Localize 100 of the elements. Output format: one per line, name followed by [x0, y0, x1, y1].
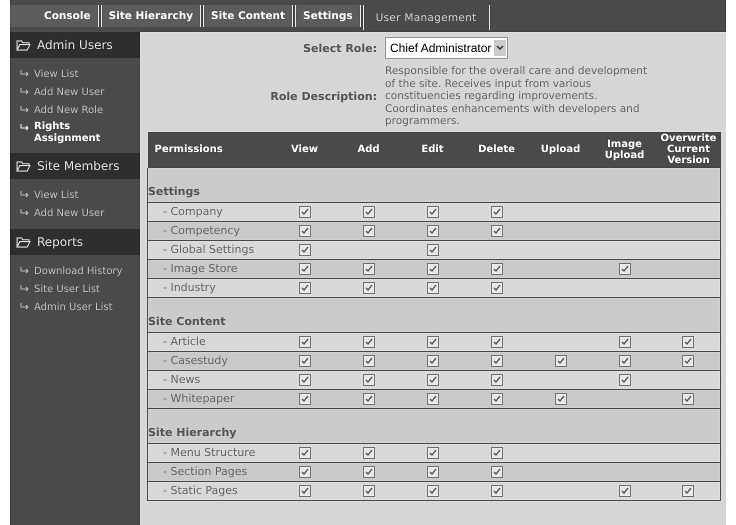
- nav-tab[interactable]: Site Content: [203, 5, 294, 27]
- column-header: Upload: [528, 132, 592, 168]
- checkbox[interactable]: [426, 262, 438, 275]
- column-header: Permissions: [148, 132, 272, 168]
- checkbox[interactable]: [554, 392, 566, 405]
- sidebar-link[interactable]: Add New User: [34, 85, 104, 100]
- checkbox[interactable]: [362, 374, 374, 386]
- checkbox[interactable]: [618, 336, 630, 348]
- checkbox[interactable]: [426, 446, 438, 459]
- checkbox[interactable]: [426, 392, 438, 405]
- sidebar-link[interactable]: View List: [34, 188, 78, 203]
- checkbox[interactable]: [298, 484, 310, 497]
- checkbox[interactable]: [682, 484, 694, 497]
- checkbox[interactable]: [490, 336, 502, 348]
- sidebar-link[interactable]: Admin User List: [34, 300, 113, 315]
- column-header: Delete: [464, 132, 528, 168]
- checkbox[interactable]: [298, 374, 310, 386]
- permission-name: - Image Store: [148, 259, 272, 278]
- checkbox[interactable]: [426, 244, 438, 256]
- checkbox[interactable]: [362, 206, 374, 218]
- checkbox[interactable]: [426, 484, 438, 497]
- checkbox[interactable]: [426, 466, 438, 478]
- checkbox[interactable]: [298, 282, 310, 294]
- checkbox[interactable]: [298, 244, 310, 256]
- sidebar-link[interactable]: View List: [34, 67, 78, 82]
- column-header: Image Upload: [592, 132, 656, 168]
- sidebar-link[interactable]: Add New Role: [34, 103, 104, 118]
- checkbox[interactable]: [362, 354, 374, 367]
- permission-name: - News: [148, 370, 272, 389]
- checkbox[interactable]: [362, 392, 374, 405]
- checkbox[interactable]: [362, 336, 374, 348]
- arrow-icon: [20, 106, 30, 114]
- nav-tab[interactable]: Settings: [295, 5, 361, 27]
- sidebar-section-header[interactable]: Admin Users: [10, 32, 140, 58]
- nav-tab[interactable]: User Management: [362, 5, 490, 30]
- column-header: View: [272, 132, 336, 168]
- checkbox[interactable]: [618, 374, 630, 386]
- column-header: Overwrite Current Version: [656, 132, 720, 168]
- arrow-icon: [20, 267, 30, 275]
- checkbox[interactable]: [490, 262, 502, 275]
- checkbox[interactable]: [298, 466, 310, 478]
- permission-name: - Competency: [148, 221, 272, 240]
- nav-tab[interactable]: Console: [10, 5, 99, 27]
- checkbox[interactable]: [490, 374, 502, 386]
- checkbox[interactable]: [298, 262, 310, 275]
- checkbox[interactable]: [682, 354, 694, 367]
- checkbox[interactable]: [682, 336, 694, 348]
- folder-icon: [16, 40, 31, 50]
- checkbox[interactable]: [298, 224, 310, 237]
- role-dropdown[interactable]: Chief Administrator: [385, 37, 508, 59]
- checkbox[interactable]: [490, 282, 502, 294]
- checkbox[interactable]: [298, 392, 310, 405]
- checkbox[interactable]: [362, 262, 374, 275]
- checkbox[interactable]: [490, 466, 502, 478]
- checkbox[interactable]: [618, 354, 630, 367]
- column-header: Edit: [400, 132, 464, 168]
- checkbox[interactable]: [362, 224, 374, 237]
- sidebar-link[interactable]: Rights Assignment: [34, 121, 114, 145]
- checkbox[interactable]: [490, 484, 502, 497]
- checkbox[interactable]: [362, 282, 374, 294]
- role-description: Responsible for the overall care and development of the site. Receives input from various constituencies regarding improvements. Coordinates enhancements with developers and programmers.: [385, 65, 648, 128]
- permission-name: - Whitepaper: [148, 389, 272, 408]
- checkbox[interactable]: [426, 224, 438, 237]
- checkbox[interactable]: [490, 224, 502, 237]
- folder-icon: [16, 160, 31, 172]
- checkbox[interactable]: [682, 392, 694, 405]
- checkbox[interactable]: [618, 262, 630, 275]
- checkbox[interactable]: [298, 446, 310, 459]
- checkbox[interactable]: [298, 354, 310, 367]
- arrow-icon: [20, 209, 30, 217]
- permission-name: - Static Pages: [148, 481, 272, 500]
- checkbox[interactable]: [618, 484, 630, 497]
- permission-name: - Industry: [148, 278, 272, 297]
- permission-name: - Company: [148, 202, 272, 221]
- checkbox[interactable]: [490, 354, 502, 367]
- checkbox[interactable]: [426, 374, 438, 386]
- caret-icon: [496, 45, 504, 51]
- checkbox[interactable]: [490, 206, 502, 218]
- checkbox[interactable]: [426, 336, 438, 348]
- checkbox[interactable]: [490, 392, 502, 405]
- checkbox[interactable]: [426, 206, 438, 218]
- permission-name: - Article: [148, 332, 272, 351]
- checkbox[interactable]: [554, 354, 566, 367]
- folder-icon: [16, 236, 31, 248]
- checkbox[interactable]: [298, 206, 310, 218]
- sidebar-link[interactable]: Download History: [34, 264, 122, 279]
- checkbox[interactable]: [362, 484, 374, 497]
- checkbox[interactable]: [426, 354, 438, 367]
- group-header: Site Hierarchy: [148, 408, 720, 443]
- checkbox[interactable]: [362, 446, 374, 459]
- sidebar-link[interactable]: Site User List: [34, 282, 100, 297]
- sidebar-section-header[interactable]: Site Members: [10, 153, 140, 179]
- checkbox[interactable]: [362, 466, 374, 478]
- sidebar-section-header[interactable]: Reports: [10, 229, 140, 255]
- sidebar-link[interactable]: Add New User: [34, 206, 104, 221]
- arrow-icon: [20, 88, 30, 96]
- checkbox[interactable]: [490, 446, 502, 459]
- nav-tab[interactable]: Site Hierarchy: [100, 5, 202, 27]
- checkbox[interactable]: [298, 336, 310, 348]
- checkbox[interactable]: [426, 282, 438, 294]
